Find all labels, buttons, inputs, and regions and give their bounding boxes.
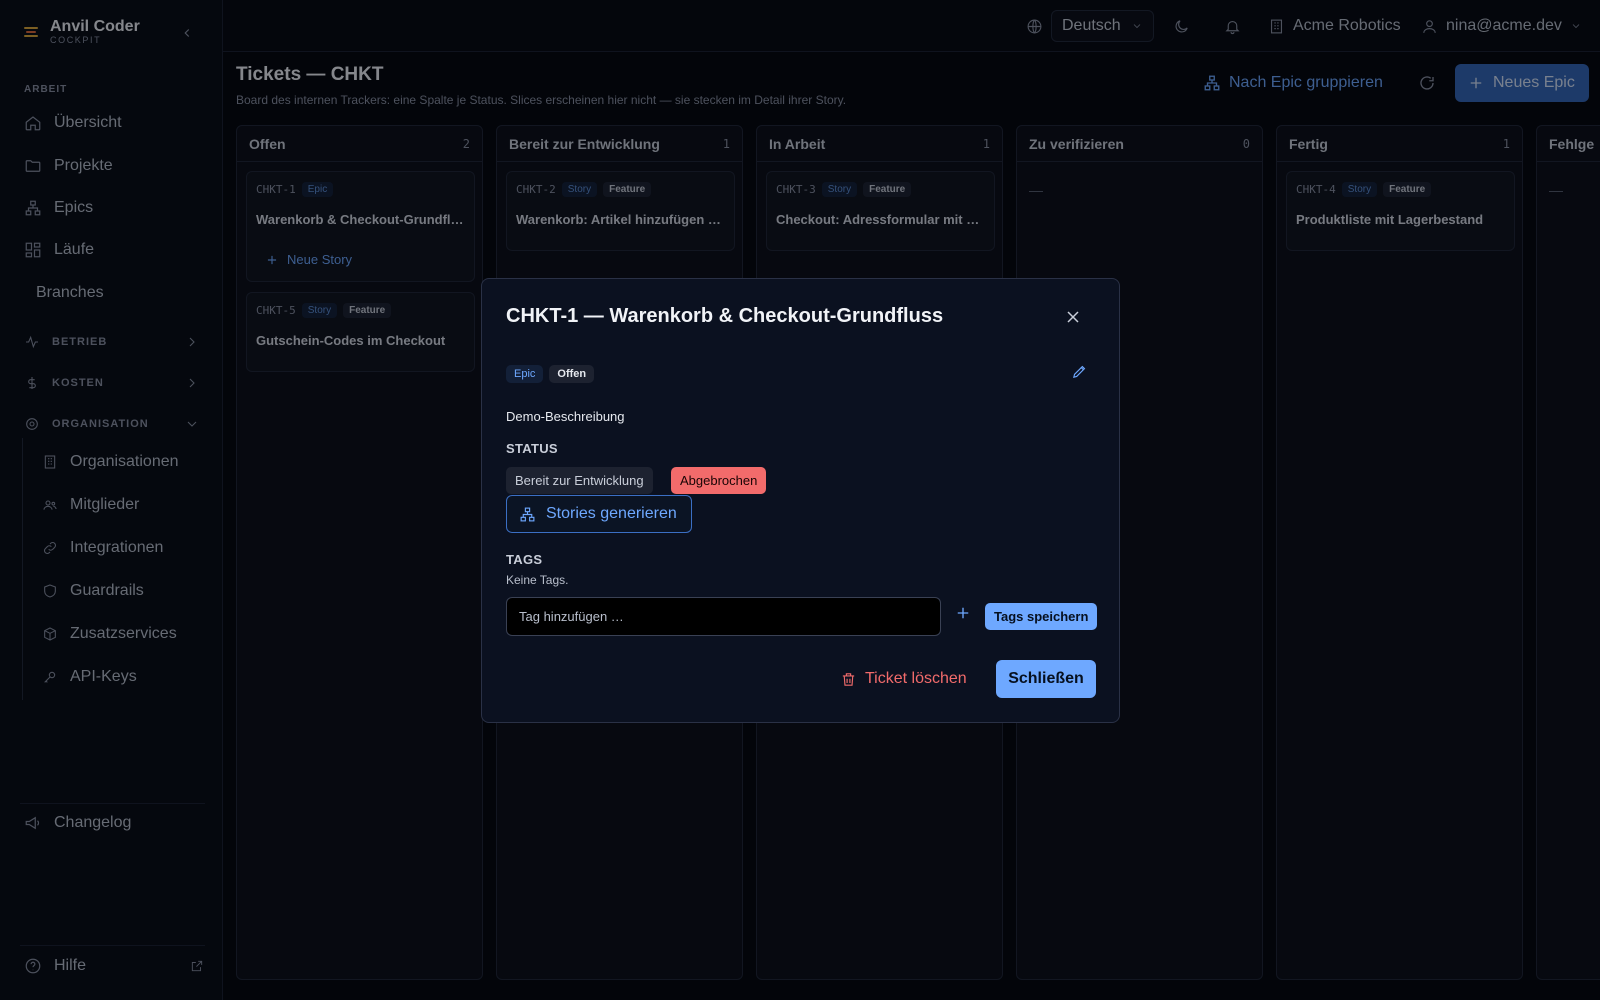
ticket-detail-dialog: CHKT-1 — Warenkorb & Checkout-Grundfluss… — [481, 278, 1120, 723]
ticket-description: Demo-Beschreibung — [506, 409, 625, 424]
plus-icon — [957, 607, 969, 619]
tag-input[interactable] — [506, 597, 941, 636]
hierarchy-icon — [520, 507, 535, 521]
no-tags-text: Keine Tags. — [506, 573, 569, 587]
edit-ticket-button[interactable] — [1071, 363, 1088, 385]
delete-ticket-label: Ticket löschen — [865, 670, 967, 687]
close-icon — [1067, 311, 1079, 323]
close-button[interactable]: Schließen — [996, 660, 1096, 698]
type-badge: Epic — [506, 365, 544, 383]
delete-ticket-button[interactable]: Ticket löschen — [840, 660, 967, 698]
trash-icon — [842, 672, 855, 686]
close-dialog-button[interactable] — [1063, 307, 1083, 327]
status-option-ready[interactable]: Bereit zur Entwicklung — [506, 467, 653, 494]
status-option-cancelled[interactable]: Abgebrochen — [671, 467, 767, 494]
save-tags-button[interactable]: Tags speichern — [985, 603, 1098, 630]
status-badge: Offen — [549, 365, 595, 383]
dialog-title: CHKT-1 — Warenkorb & Checkout-Grundfluss — [506, 305, 944, 327]
ticket-badges: Epic Offen — [506, 365, 595, 383]
add-tag-button[interactable] — [954, 604, 974, 624]
generate-stories-button[interactable]: Stories generieren — [506, 495, 692, 533]
generate-stories-label: Stories generieren — [546, 505, 677, 522]
status-section-label: STATUS — [506, 441, 558, 456]
pencil-icon — [1073, 365, 1086, 378]
tags-section-label: TAGS — [506, 552, 543, 567]
